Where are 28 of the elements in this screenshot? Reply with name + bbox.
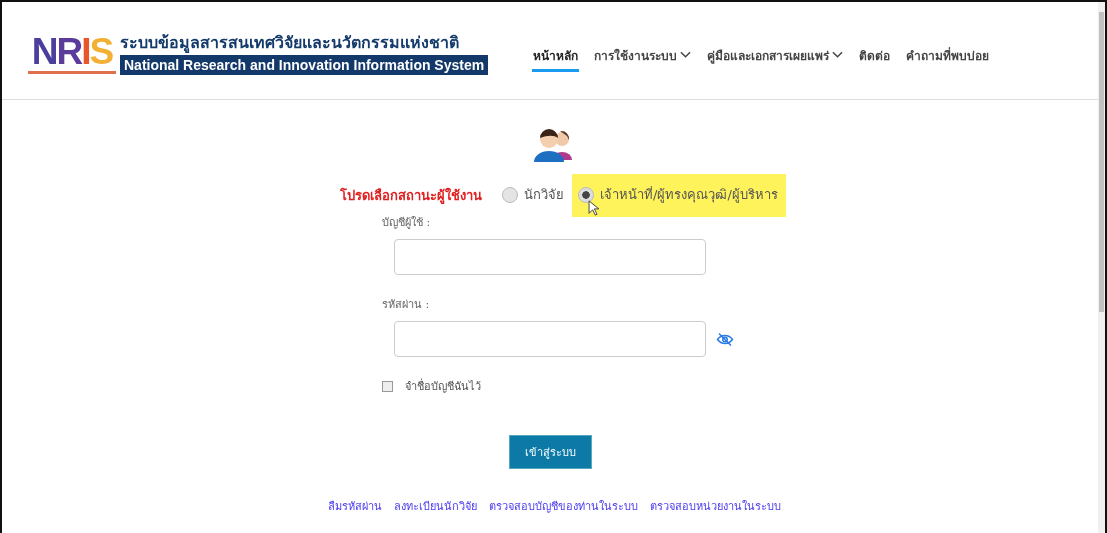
eye-slash-icon[interactable] <box>716 330 734 348</box>
cursor-icon <box>588 200 600 216</box>
logo-mark: NRIS <box>31 33 113 70</box>
role-option[interactable]: เจ้าหน้าที่/ผู้ทรงคุณวุฒิ/ผู้บริหาร <box>572 174 786 217</box>
checkbox[interactable] <box>382 380 393 392</box>
site-title: ระบบข้อมูลสารสนเทศวิจัยและนวัตกรรมแห่งชาติ <box>120 32 460 54</box>
role-prompt: โปรดเลือกสถานะผู้ใช้งาน <box>340 186 483 206</box>
footer-link[interactable]: ตรวจสอบบัญชีของท่านในระบบ <box>488 497 638 515</box>
role-option[interactable]: นักวิจัย <box>496 174 573 217</box>
checkbox-label: จำชื่อบัญชีฉันไว้ <box>405 377 481 395</box>
site-subtitle: National Research and Innovation Information System <box>120 55 489 75</box>
radio-button[interactable] <box>502 186 519 203</box>
nav-link[interactable]: การใช้งานระบบ <box>593 43 693 72</box>
login-button[interactable]: เข้าสู่ระบบ <box>508 435 592 469</box>
footer-link[interactable]: ตรวจสอบหน่วยงานในระบบ <box>649 497 781 515</box>
chevron-down-icon <box>832 51 844 59</box>
username-field[interactable] <box>394 239 706 275</box>
field-label: บัญชีผู้ใช้ : <box>382 215 432 231</box>
chevron-down-icon <box>680 51 692 59</box>
footer-link[interactable]: ลืมรหัสผ่าน <box>327 497 382 515</box>
nav-link[interactable]: คู่มือและเอกสารเผยแพร่ <box>706 43 845 72</box>
nav-link[interactable]: ติดต่อ <box>858 43 892 72</box>
password-field[interactable] <box>394 321 706 357</box>
field-label: รหัสผ่าน : <box>382 297 431 313</box>
nav-link[interactable]: หน้าหลัก <box>532 43 580 72</box>
radio-button[interactable] <box>578 186 595 203</box>
footer-link[interactable]: ลงทะเบียนนักวิจัย <box>393 497 477 515</box>
nav-link[interactable]: คำถามที่พบบ่อย <box>905 43 991 72</box>
